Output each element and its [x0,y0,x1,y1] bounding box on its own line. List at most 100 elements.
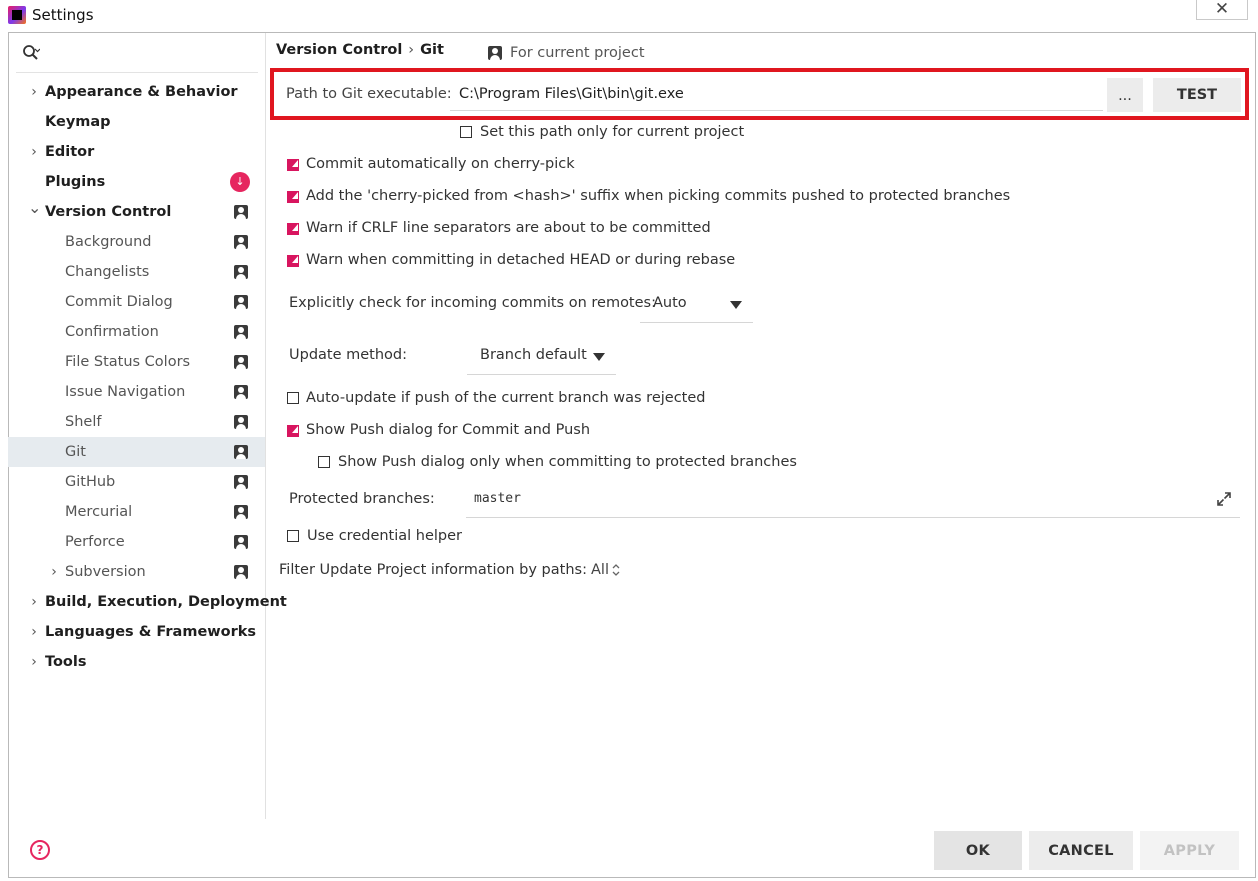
project-scope-icon [234,325,248,339]
sidebar-item-label: Version Control [45,204,172,220]
only-current-project-checkbox[interactable] [460,126,472,138]
chevron-right-icon[interactable]: › [28,617,40,647]
show-push-label: Show Push dialog for Commit and Push [306,422,591,438]
sidebar-item-label: GitHub [65,474,116,490]
project-scope-icon [234,505,248,519]
sidebar-item-plugins[interactable]: Plugins ↓ [8,167,265,197]
sidebar-item-label: Perforce [65,534,125,550]
update-method-value: Branch default [480,347,587,363]
sidebar-item-github[interactable]: GitHub [8,467,265,497]
sidebar-item-label: Keymap [45,114,111,130]
warn-crlf-checkbox[interactable] [287,223,299,235]
sidebar-item-label: Changelists [65,264,150,280]
breadcrumb: Version Control › Git [276,42,444,58]
sidebar-item-tools[interactable]: › Tools [8,647,265,677]
help-icon[interactable]: ? [30,840,50,860]
update-method-label: Update method: [289,347,408,363]
close-window-button[interactable]: ✕ [1196,0,1248,20]
project-scope-icon [234,295,248,309]
updown-arrows-icon[interactable] [611,563,621,577]
project-scope-icon [488,46,502,60]
commit-cherry-pick-checkbox[interactable] [287,159,299,171]
sidebar-item-languages-frameworks[interactable]: › Languages & Frameworks [8,617,265,647]
protected-branches-label: Protected branches: [289,491,435,507]
only-current-project-label: Set this path only for current project [480,124,745,140]
update-badge-icon: ↓ [230,172,250,192]
auto-update-checkbox[interactable] [287,392,299,404]
chevron-right-icon[interactable]: › [28,77,40,107]
incoming-commits-label: Explicitly check for incoming commits on… [289,295,656,311]
sidebar-item-appearance-behavior[interactable]: › Appearance & Behavior [8,77,265,107]
project-scope-icon [234,535,248,549]
protected-branches-input[interactable] [466,483,1240,518]
incoming-commits-value: Auto [653,295,687,311]
project-scope-icon [234,445,248,459]
warn-detached-label: Warn when committing in detached HEAD or… [306,252,736,268]
search-icon[interactable] [22,44,40,62]
cherry-picked-suffix-checkbox[interactable] [287,191,299,203]
sidebar-item-shelf[interactable]: Shelf [8,407,265,437]
sidebar-item-commit-dialog[interactable]: Commit Dialog [8,287,265,317]
sidebar-item-version-control[interactable]: ⌄ Version Control [8,197,265,227]
sidebar-item-confirmation[interactable]: Confirmation [8,317,265,347]
credential-helper-label: Use credential helper [307,528,463,544]
update-method-dropdown[interactable]: Branch default [467,339,616,375]
chevron-down-icon[interactable]: ⌄ [28,197,41,227]
project-scope-icon [234,355,248,369]
sidebar-item-background[interactable]: Background [8,227,265,257]
sidebar-item-label: Confirmation [65,324,159,340]
sidebar-item-git[interactable]: Git [8,437,265,467]
project-scope-icon [234,205,248,219]
sidebar-item-changelists[interactable]: Changelists [8,257,265,287]
commit-cherry-pick-label: Commit automatically on cherry-pick [306,156,575,172]
credential-helper-checkbox[interactable] [287,530,299,542]
show-push-protected-checkbox[interactable] [318,456,330,468]
sidebar-item-file-status-colors[interactable]: File Status Colors [8,347,265,377]
apply-button[interactable]: APPLY [1140,831,1239,870]
show-push-checkbox[interactable] [287,425,299,437]
sidebar-item-label: Mercurial [65,504,133,520]
breadcrumb-parent[interactable]: Version Control [276,42,402,58]
project-scope-icon [234,235,248,249]
intellij-app-icon [8,6,26,24]
incoming-commits-dropdown[interactable]: Auto [640,287,753,323]
cherry-picked-suffix-label: Add the 'cherry-picked from <hash>' suff… [306,188,1011,204]
project-scope-icon [234,265,248,279]
sidebar-item-build-execution-deployment[interactable]: › Build, Execution, Deployment [8,587,287,617]
ok-button[interactable]: OK [934,831,1022,870]
chevron-right-icon[interactable]: › [28,137,40,167]
cancel-button[interactable]: CANCEL [1029,831,1133,870]
chevron-right-icon[interactable]: › [28,587,40,617]
chevron-right-icon[interactable]: › [28,647,40,677]
project-scope-icon [234,385,248,399]
filter-paths-value[interactable]: All [591,562,609,578]
sidebar-item-subversion[interactable]: › Subversion [8,557,265,587]
protected-branches-value[interactable]: master [474,491,521,506]
warn-detached-checkbox[interactable] [287,255,299,267]
expand-icon[interactable] [1215,490,1233,508]
sidebar-item-label: Appearance & Behavior [45,84,238,100]
sidebar-item-label: Git [65,444,86,460]
sidebar-item-issue-navigation[interactable]: Issue Navigation [8,377,265,407]
project-scope-icon [234,475,248,489]
sidebar-item-label: Issue Navigation [65,384,186,400]
title-bar: Settings ✕ [0,0,1258,32]
chevron-down-icon [730,301,742,309]
test-button[interactable]: TEST [1153,78,1241,112]
sidebar-item-label: Languages & Frameworks [45,624,257,640]
sidebar-item-label: Editor [45,144,95,160]
sidebar-item-label: Background [65,234,152,250]
sidebar-item-label: Tools [45,654,87,670]
chevron-right-icon[interactable]: › [48,557,60,587]
sidebar-item-editor[interactable]: › Editor [8,137,265,167]
sidebar-item-keymap[interactable]: Keymap [8,107,265,137]
sidebar-item-label: Shelf [65,414,102,430]
git-path-value[interactable]: C:\Program Files\Git\bin\git.exe [459,86,684,102]
browse-button[interactable]: ... [1107,78,1143,112]
breadcrumb-current: Git [420,42,444,58]
scope-label: For current project [510,45,645,61]
project-scope-icon [234,565,248,579]
sidebar-item-mercurial[interactable]: Mercurial [8,497,265,527]
sidebar-item-label: File Status Colors [65,354,191,370]
sidebar-item-perforce[interactable]: Perforce [8,527,265,557]
